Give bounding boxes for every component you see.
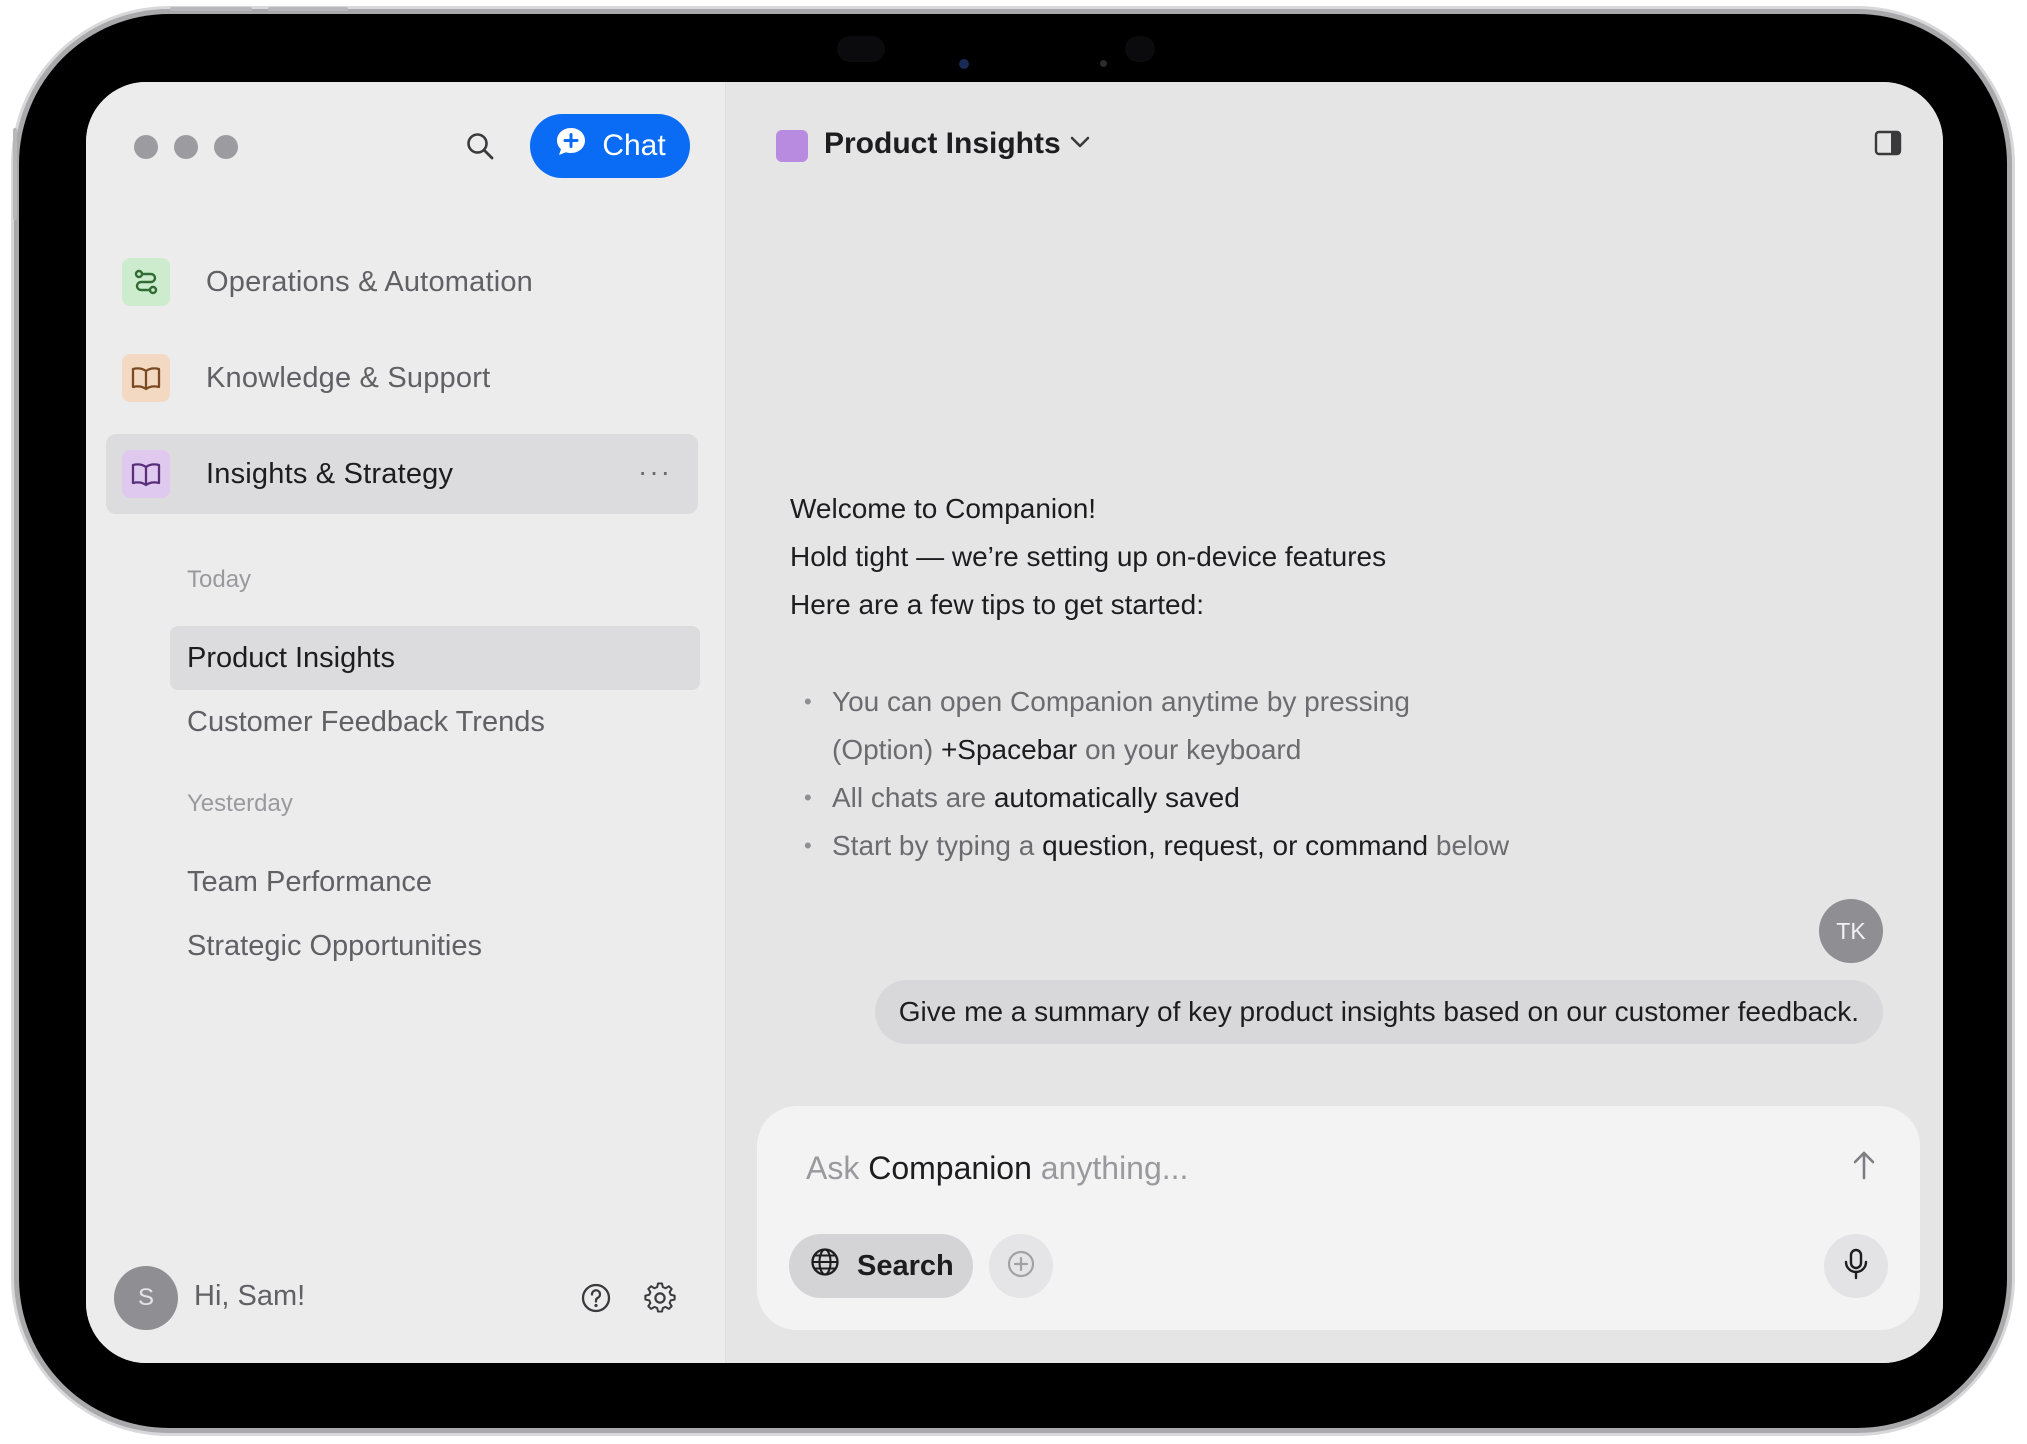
tip-item: Start by typing a question, request, or … [790, 822, 1509, 870]
window-zoom-button[interactable] [214, 135, 238, 159]
conversation-label: Strategic Opportunities [187, 929, 482, 962]
tips-list: You can open Companion anytime by pressi… [790, 678, 1509, 870]
tip-text: Start by typing a [832, 830, 1035, 861]
conversation-item[interactable]: Team Performance [170, 850, 700, 914]
search-icon[interactable] [462, 128, 498, 164]
tip-text: You can open Companion anytime by pressi… [832, 686, 1411, 717]
route-icon [122, 258, 170, 306]
composer: Ask Companion anything... Search [757, 1106, 1920, 1330]
project-color-swatch [776, 130, 808, 162]
top-button [170, 7, 252, 11]
sensor-dot [1100, 60, 1107, 67]
tip-emphasis: +Spacebar [940, 734, 1078, 765]
camera-housing [837, 36, 885, 62]
tip-item-continued: (Option) +Spacebar on your keyboard [790, 726, 1509, 774]
section-header-today: Today [187, 566, 252, 593]
conversation-item[interactable]: Product Insights [170, 626, 700, 690]
window-minimize-button[interactable] [174, 135, 198, 159]
window-close-button[interactable] [134, 135, 158, 159]
sidebar: Chat Operations & Automation Knowledge &… [86, 82, 726, 1363]
welcome-line: Hold tight — we’re setting up on-device … [790, 541, 1387, 572]
tip-item: All chats are automatically saved [790, 774, 1509, 822]
more-options-button[interactable]: ··· [638, 456, 672, 488]
workspace-label: Knowledge & Support [206, 361, 491, 394]
message-author-avatar: TK [1819, 899, 1883, 963]
user-greeting: Hi, Sam! [194, 1280, 306, 1312]
new-chat-button[interactable]: Chat [530, 114, 690, 178]
chat-main-panel: Product Insights Welcome to Companion! H… [726, 82, 1943, 1363]
sensor-housing [1125, 36, 1155, 62]
side-button [13, 128, 17, 220]
placeholder-emphasis: Companion [868, 1150, 1032, 1186]
camera-lens [959, 59, 969, 69]
tip-emphasis: question, request, or command [1042, 830, 1429, 861]
conversation-label: Customer Feedback Trends [187, 705, 545, 738]
globe-icon [809, 1246, 841, 1286]
user-avatar[interactable]: S [114, 1266, 178, 1330]
workspace-label: Operations & Automation [206, 265, 534, 298]
add-attachment-button[interactable] [989, 1234, 1053, 1298]
tip-text: All chats are [832, 782, 987, 813]
workspace-label: Insights & Strategy [206, 457, 454, 490]
conversation-item[interactable]: Strategic Opportunities [170, 914, 700, 978]
chevron-down-icon[interactable] [1066, 128, 1094, 161]
help-icon[interactable] [578, 1280, 614, 1316]
conversation-label: Product Insights [187, 641, 395, 674]
section-header-yesterday: Yesterday [187, 790, 293, 817]
tip-item: You can open Companion anytime by pressi… [790, 678, 1509, 726]
voice-input-button[interactable] [1824, 1234, 1888, 1298]
chat-bubble-plus-icon [554, 125, 588, 167]
web-search-toggle-button[interactable]: Search [789, 1234, 973, 1298]
welcome-message: Welcome to Companion! Hold tight — we’re… [790, 485, 1386, 629]
workspace-item-operations[interactable]: Operations & Automation [106, 242, 698, 322]
ask-input[interactable]: Ask Companion anything... [806, 1150, 1188, 1187]
plus-circle-icon [1005, 1248, 1037, 1285]
send-arrow-up-icon[interactable] [1848, 1148, 1880, 1187]
workspace-item-insights[interactable]: Insights & Strategy ··· [106, 434, 698, 514]
placeholder-text: anything... [1040, 1150, 1189, 1186]
book-icon [122, 354, 170, 402]
conversation-item[interactable]: Customer Feedback Trends [170, 690, 700, 754]
project-title[interactable]: Product Insights [824, 127, 1061, 161]
sidebar-panel-toggle-icon[interactable] [1873, 128, 1903, 163]
tip-text: on your keyboard [1084, 734, 1302, 765]
tip-emphasis: automatically saved [993, 782, 1240, 813]
chat-button-label: Chat [602, 129, 666, 162]
placeholder-text: Ask [806, 1150, 860, 1186]
workspace-item-knowledge[interactable]: Knowledge & Support [106, 338, 698, 418]
tip-text: (Option) [832, 734, 934, 765]
welcome-line: Here are a few tips to get started: [790, 589, 1204, 620]
user-message-bubble: Give me a summary of key product insight… [874, 980, 1883, 1044]
search-button-label: Search [857, 1249, 954, 1282]
app-window: Chat Operations & Automation Knowledge &… [86, 82, 1943, 1363]
tip-text: below [1435, 830, 1510, 861]
gear-icon[interactable] [642, 1280, 678, 1316]
book-icon [122, 450, 170, 498]
welcome-line: Welcome to Companion! [790, 493, 1097, 524]
conversation-label: Team Performance [187, 865, 432, 898]
top-button [268, 7, 348, 11]
microphone-icon [1841, 1247, 1871, 1286]
